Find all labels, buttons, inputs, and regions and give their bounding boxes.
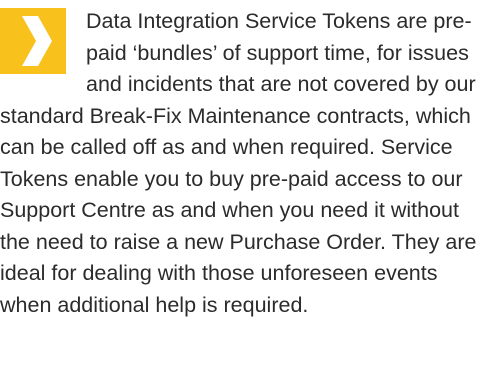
document-page: Data Integration Service Tokens are pre-… — [0, 0, 490, 374]
chevron-right-icon — [22, 16, 52, 66]
body-paragraph: Data Integration Service Tokens are pre-… — [0, 9, 477, 317]
chevron-badge — [0, 8, 66, 74]
